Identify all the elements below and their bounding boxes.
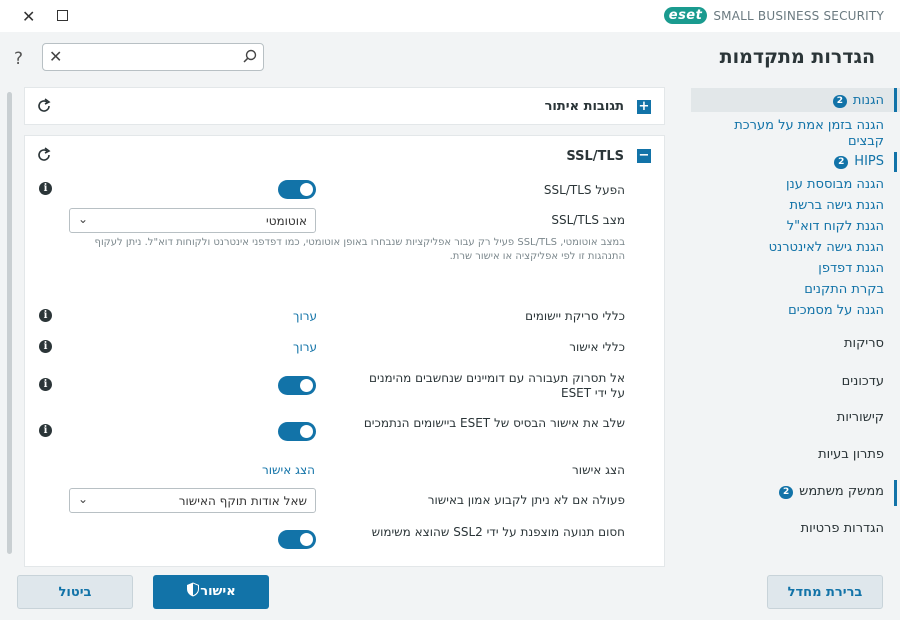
sidebar-item-network-access[interactable]: הגנת גישה ברשת	[790, 198, 884, 214]
block-ssl2-label: חסום תנועה מוצפנת על ידי SSL2 שהוצא משימ…	[371, 525, 625, 539]
ok-button[interactable]: אישור	[153, 575, 269, 609]
notification-badge: 2	[779, 486, 794, 499]
product-brand: eset SMALL BUSINESS SECURITY	[663, 7, 884, 24]
info-icon[interactable]: i	[39, 182, 52, 195]
show-cert-label: הצג אישור	[572, 463, 625, 477]
scrollbar[interactable]	[7, 92, 12, 554]
ssl-tls-panel: − SSL/TLS הפעל SSL/TLS i מצב SSL/TLS אוט…	[24, 135, 665, 567]
integrate-root-cert-label: שלב את אישור הבסיס של ESET ביישומים הנתמ…	[363, 416, 625, 430]
info-icon[interactable]: i	[39, 340, 52, 353]
help-icon[interactable]: ?	[14, 49, 23, 69]
info-icon[interactable]: i	[39, 424, 52, 437]
clear-search-icon[interactable]: ✕	[49, 47, 62, 66]
sidebar-item-cloud[interactable]: הגנה מבוססת ענן	[786, 177, 884, 193]
no-scan-trusted-label: אל תסרוק תעבורה עם דומיינים שנחשבים מהימ…	[369, 371, 625, 400]
sidebar-item-realtime[interactable]: הגנה בזמן אמת על מערכת קבצים	[714, 118, 884, 150]
integrate-root-cert-toggle[interactable]	[278, 422, 316, 441]
sidebar-item-connectivity[interactable]: קישוריות	[837, 410, 884, 425]
sidebar-item-web-access[interactable]: הגנת גישה לאינטרנט	[769, 240, 884, 256]
main-content: ? ✕ הגדרות מתקדמות + תגובות איתור − SSL/…	[0, 32, 900, 620]
title-bar: ✕ eset SMALL BUSINESS SECURITY	[0, 0, 900, 32]
panel-title[interactable]: תגובות איתור	[545, 99, 624, 114]
eset-logo: eset	[663, 7, 708, 24]
sidebar-item-scans[interactable]: סריקות	[844, 336, 884, 351]
close-window-icon[interactable]: ✕	[22, 7, 35, 26]
sidebar-item-updates[interactable]: עדכונים	[842, 374, 884, 389]
cancel-button[interactable]: ביטול	[17, 575, 133, 609]
expand-icon[interactable]: +	[637, 100, 651, 114]
search-input[interactable]	[69, 46, 229, 68]
ssl-mode-description: במצב אוטומטי, SSL/TLS פעיל רק עבור אפליק…	[94, 237, 625, 262]
sidebar-item-document[interactable]: הגנה על מסמכים	[788, 303, 884, 319]
sidebar-item-protections[interactable]: הגנות 2	[832, 93, 884, 108]
edit-cert-rules-link[interactable]: ערוך	[293, 340, 317, 354]
info-icon[interactable]: i	[39, 309, 52, 322]
default-button[interactable]: ברירת מחדל	[767, 575, 883, 609]
ssl-mode-label: מצב SSL/TLS	[551, 213, 625, 227]
product-name: SMALL BUSINESS SECURITY	[713, 8, 884, 23]
shield-icon	[186, 577, 200, 597]
panel-title[interactable]: SSL/TLS	[566, 149, 624, 164]
notification-badge: 2	[832, 95, 847, 108]
untrusted-action-value: שאל אודות תוקף האישור	[178, 494, 307, 508]
ssl-mode-value: אוטומטי	[266, 214, 307, 228]
chevron-down-icon: ⌄	[78, 212, 89, 226]
collapse-icon[interactable]: −	[637, 149, 651, 163]
sidebar-item-user-interface[interactable]: ממשק משתמש 2	[779, 484, 884, 499]
page-title: הגדרות מתקדמות	[719, 46, 875, 68]
cert-rules-label: כללי אישור	[569, 340, 625, 354]
sidebar-hips-bar	[894, 152, 897, 172]
reset-icon[interactable]	[37, 98, 53, 114]
untrusted-action-label: פעולה אם לא ניתן לקבוע אמון באישור	[427, 493, 625, 507]
sidebar-item-email-client[interactable]: הגנת לקוח דוא"ל	[787, 219, 884, 235]
app-scan-rules-label: כללי סריקת יישומים	[525, 309, 625, 323]
show-cert-link[interactable]: הצג אישור	[262, 463, 315, 477]
sidebar-item-browser[interactable]: הגנת דפדפן	[818, 261, 884, 277]
search-icon[interactable]	[243, 49, 257, 63]
maximize-window-icon[interactable]	[57, 10, 68, 21]
chevron-down-icon: ⌄	[78, 492, 89, 506]
notification-badge: 2	[834, 156, 849, 169]
sidebar-item-device-control[interactable]: בקרת התקנים	[804, 282, 884, 298]
sidebar-item-label: ממשק משתמש	[799, 484, 884, 499]
sidebar-item-hips[interactable]: HIPS 2	[834, 154, 884, 170]
sidebar-item-label: HIPS	[854, 154, 884, 169]
ok-button-label: אישור	[200, 584, 236, 599]
enable-ssl-toggle[interactable]	[278, 180, 316, 199]
block-ssl2-toggle[interactable]	[278, 530, 316, 549]
search-box[interactable]: ✕	[42, 43, 264, 71]
detection-responses-panel: + תגובות איתור	[24, 87, 665, 125]
info-icon[interactable]: i	[39, 378, 52, 391]
ssl-mode-select[interactable]: אוטומטי ⌄	[69, 208, 316, 233]
sidebar-ui-bar	[894, 480, 897, 506]
sidebar-active-bar	[894, 88, 897, 112]
enable-ssl-label: הפעל SSL/TLS	[543, 183, 625, 197]
reset-icon[interactable]	[37, 147, 53, 163]
edit-app-scan-rules-link[interactable]: ערוך	[293, 309, 317, 323]
sidebar-item-troubleshooting[interactable]: פתרון בעיות	[818, 447, 884, 462]
no-scan-trusted-toggle[interactable]	[278, 376, 316, 395]
sidebar-item-label: הגנות	[852, 93, 884, 108]
untrusted-action-select[interactable]: שאל אודות תוקף האישור ⌄	[69, 488, 316, 513]
sidebar-item-privacy[interactable]: הגדרות פרטיות	[801, 521, 884, 536]
